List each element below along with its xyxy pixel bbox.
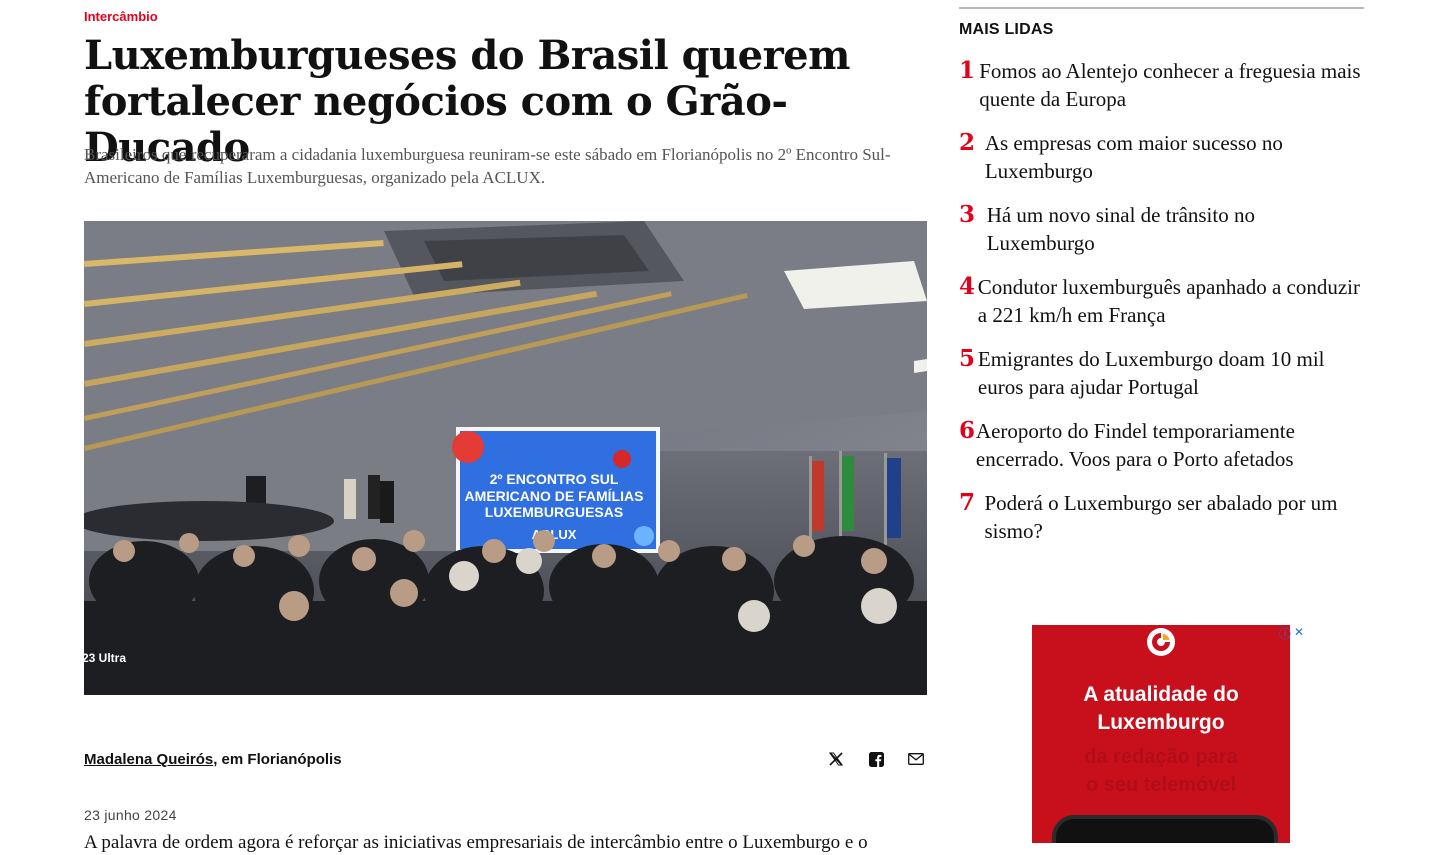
most-read-item[interactable]: 1 Fomos ao Alentejo conhecer a freguesia … [959,57,1364,129]
most-read-item[interactable]: 6 Aeroporto do Findel temporariamente enc… [959,417,1364,489]
publish-date: 23 junho 2024 [84,807,177,823]
most-read-link[interactable]: Poderá o Luxemburgo ser abalado por um s… [985,489,1365,545]
most-read-item[interactable]: 2 As empresas com maior sucesso no Luxemb… [959,129,1364,201]
article-body: A palavra de ordem agora é reforçar as i… [84,832,868,853]
ad-choices: ⓘ ✕ [1279,625,1304,642]
article-hero-image[interactable]: 2º ENCONTRO SUL AMERICANO DE FAMÍLIAS LU… [84,221,927,695]
most-read-list: 1 Fomos ao Alentejo conhecer a freguesia … [959,57,1364,561]
ad-info-icon[interactable]: ⓘ [1279,625,1291,642]
most-read-item[interactable]: 5 Emigrantes do Luxemburgo doam 10 mil eu… [959,345,1364,417]
ad-sub-line: o seu telemóvel [1085,774,1237,796]
most-read-title: MAIS LIDAS [959,21,1054,38]
most-read-link[interactable]: Condutor luxemburguês apanhado a conduzi… [978,273,1364,329]
most-read-item[interactable]: 3 Há um novo sinal de trânsito no Luxembu… [959,201,1364,273]
most-read-item[interactable]: 4 Condutor luxemburguês apanhado a conduz… [959,273,1364,345]
rank-number: 7 [959,489,976,516]
rank-number: 6 [959,417,976,444]
most-read-link[interactable]: Há um novo sinal de trânsito no Luxembur… [987,201,1364,257]
sidebar-divider [959,7,1364,9]
rank-number: 3 [959,201,976,228]
screen-text-3: LUXEMBURGUESAS [485,504,623,520]
byline-location: , em Florianópolis [213,751,342,768]
most-read-link[interactable]: Emigrantes do Luxemburgo doam 10 mil eur… [978,345,1364,401]
ad-subheadline: da redação para o seu telemóvel [1032,743,1290,799]
brand-logo-icon [1146,627,1176,657]
article-byline: Madalena Queirós, em Florianópolis [84,751,342,768]
article-lede: Brasileiros que recuperaram a cidadania … [84,145,891,187]
ad-headline: A atualidade do Luxemburgo [1032,681,1290,737]
author-link[interactable]: Madalena Queirós [84,751,213,768]
ad-close-icon[interactable]: ✕ [1294,625,1304,642]
advertisement-banner[interactable]: A atualidade do Luxemburgo da redação pa… [1032,625,1290,843]
photo-watermark: 23 Ultra [84,651,126,665]
screen-text-2: AMERICANO DE FAMÍLIAS [465,488,644,504]
conference-photo: 2º ENCONTRO SUL AMERICANO DE FAMÍLIAS LU… [84,221,927,695]
share-bar [825,750,927,768]
most-read-item[interactable]: 7 Poderá o Luxemburgo ser abalado por um … [959,489,1364,561]
email-icon[interactable] [905,750,927,768]
ad-headline-line: A atualidade do [1083,683,1239,706]
rank-number: 1 [959,57,976,84]
facebook-icon[interactable] [865,750,887,768]
phone-image [1052,815,1278,843]
screen-text-1: 2º ENCONTRO SUL [490,471,619,487]
article-category[interactable]: Intercâmbio [84,9,158,24]
rank-number: 4 [959,273,976,300]
ad-headline-line: Luxemburgo [1097,711,1225,734]
most-read-link[interactable]: As empresas com maior sucesso no Luxembu… [985,129,1364,185]
x-icon[interactable] [825,750,847,768]
most-read-link[interactable]: Aeroporto do Findel temporariamente ence… [976,417,1364,473]
rank-number: 2 [959,129,976,156]
ad-sub-line: da redação para [1084,746,1238,768]
most-read-link[interactable]: Fomos ao Alentejo conhecer a freguesia m… [979,57,1364,113]
rank-number: 5 [959,345,976,372]
